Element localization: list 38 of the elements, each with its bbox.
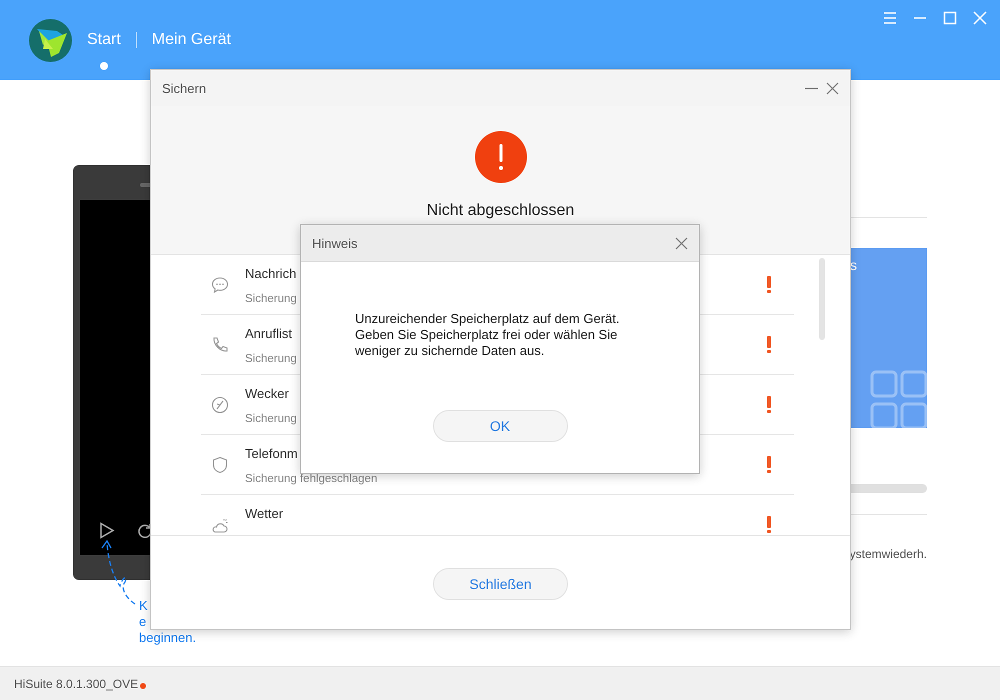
hint-text: beginnen.	[139, 630, 196, 646]
hint-text: K	[139, 598, 148, 614]
dialog-message: Unzureichender Speicherplatz auf dem Gerät. Geben Sie Speicherplatz frei oder wählen Sie weniger zu sichernde Daten aus.	[355, 311, 620, 359]
clock-icon	[211, 396, 229, 414]
play-icon[interactable]	[99, 522, 115, 539]
menu-icon[interactable]	[882, 10, 898, 26]
item-status: Sicherung	[245, 293, 297, 305]
maximize-icon[interactable]	[942, 10, 958, 26]
item-name: Anruflist	[245, 326, 292, 341]
nav-tab[interactable]: Mein Gerät	[150, 28, 233, 52]
error-icon	[474, 131, 526, 183]
close-button[interactable]: Schließen	[433, 568, 568, 600]
refresh-icon[interactable]	[137, 522, 153, 538]
item-name: Wecker	[245, 386, 289, 401]
phone-icon	[211, 336, 229, 354]
dialog-title: Sichern	[162, 80, 206, 96]
version-text: HiSuite 8.0.1.300_OVE	[14, 676, 138, 690]
item-name: Telefonm	[245, 446, 298, 461]
close-icon[interactable]	[826, 82, 839, 94]
item-status: Sicherung	[245, 413, 297, 425]
hint-text: e	[139, 614, 146, 630]
ok-button[interactable]: OK	[432, 410, 568, 442]
chat-bubble-icon	[211, 276, 229, 294]
item-name: Nachrich	[245, 266, 296, 281]
item-status: Sicherung	[245, 353, 297, 365]
status-title: Nicht abgeschlossen	[426, 202, 574, 220]
logo-icon	[29, 18, 72, 62]
scrollbar[interactable]	[819, 258, 825, 340]
shield-icon	[211, 456, 229, 474]
item-name: Wetter	[245, 506, 284, 521]
nav-tab[interactable]: Start	[85, 28, 123, 52]
item-status: Sicherung fehlgeschlagen	[245, 473, 378, 485]
restore-text: ystemwiederh.	[850, 547, 927, 561]
card-title: s	[850, 257, 857, 273]
close-icon[interactable]	[675, 236, 688, 250]
dialog-title: Hinweis	[312, 236, 358, 250]
grid-icon	[870, 370, 927, 428]
update-dot-icon	[140, 682, 146, 688]
